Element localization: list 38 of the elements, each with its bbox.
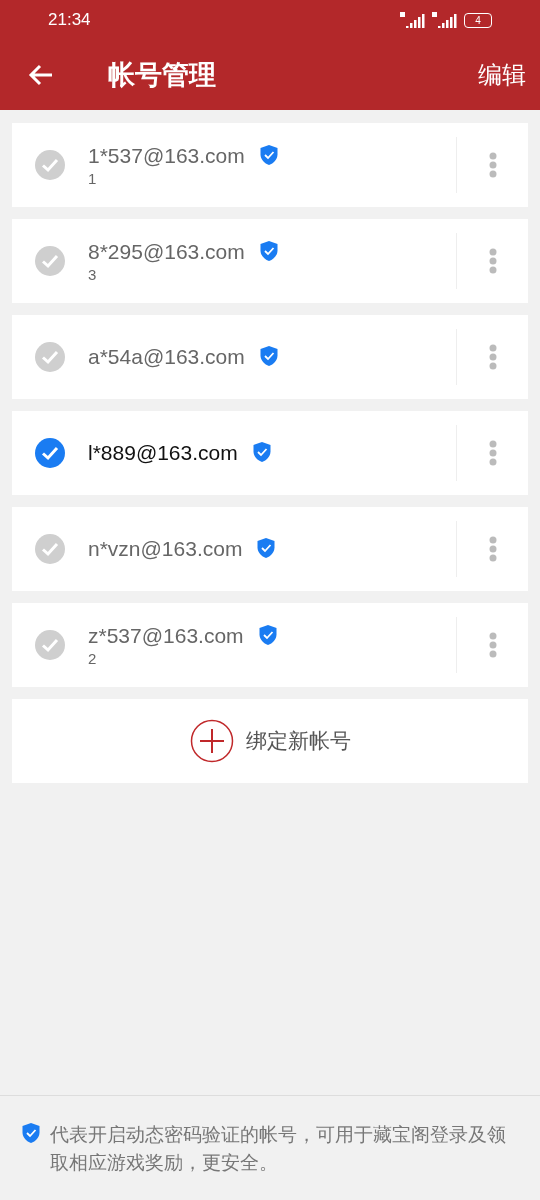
plus-circle-icon xyxy=(189,719,234,763)
account-card[interactable]: a*54a@163.com xyxy=(12,315,528,399)
check-circle-icon[interactable] xyxy=(35,534,65,564)
signal-icon xyxy=(400,12,426,28)
account-note: 1 xyxy=(88,169,98,187)
check-circle-icon[interactable] xyxy=(35,630,65,660)
edit-button[interactable]: 编辑 xyxy=(478,59,526,91)
check-circle-icon[interactable] xyxy=(35,150,65,180)
more-icon xyxy=(488,632,497,658)
more-icon xyxy=(488,152,497,178)
add-account-button[interactable]: 绑定新帐号 xyxy=(12,699,528,783)
account-card[interactable]: z*537@163.com 2 xyxy=(12,603,528,687)
account-note: 2 xyxy=(88,649,98,667)
account-email: a*54a@163.com xyxy=(88,345,245,369)
account-email: 8*295@163.com xyxy=(88,239,245,264)
check-circle-icon[interactable] xyxy=(35,342,65,372)
signal-icon xyxy=(432,12,458,28)
status-time: 21:34 xyxy=(48,10,91,30)
account-email: n*vzn@163.com xyxy=(88,537,243,561)
account-email: l*889@163.com xyxy=(88,441,238,465)
more-icon xyxy=(488,344,497,370)
account-card[interactable]: 1*537@163.com 1 xyxy=(12,123,528,207)
verified-shield-icon xyxy=(20,1122,42,1144)
account-email: 1*537@163.com xyxy=(88,143,245,168)
check-circle-icon[interactable] xyxy=(35,246,65,276)
page-title: 帐号管理 xyxy=(108,58,217,92)
back-arrow-icon[interactable] xyxy=(28,63,54,87)
footer-note: 代表开启动态密码验证的帐号，可用于藏宝阁登录及领取相应游戏奖励，更安全。 xyxy=(50,1122,507,1175)
account-card[interactable]: l*889@163.com xyxy=(12,411,528,495)
more-icon xyxy=(488,440,497,466)
account-note: 3 xyxy=(88,265,98,283)
account-card[interactable]: 8*295@163.com 3 xyxy=(12,219,528,303)
more-icon xyxy=(488,536,497,562)
check-circle-icon[interactable] xyxy=(35,438,65,468)
account-card[interactable]: n*vzn@163.com xyxy=(12,507,528,591)
account-email: z*537@163.com xyxy=(88,623,244,648)
more-icon xyxy=(488,248,497,274)
battery-icon: 4 xyxy=(464,12,492,28)
